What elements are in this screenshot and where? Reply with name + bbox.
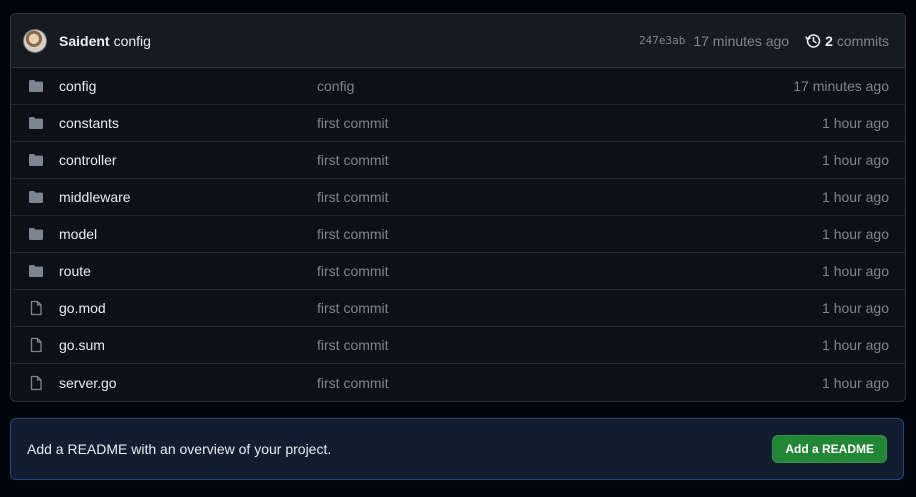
file-last-updated: 1 hour ago bbox=[822, 337, 889, 353]
file-last-commit[interactable]: first commit bbox=[317, 115, 822, 131]
folder-icon bbox=[28, 115, 44, 131]
file-last-commit[interactable]: first commit bbox=[317, 226, 822, 242]
add-readme-button[interactable]: Add a README bbox=[772, 435, 887, 463]
readme-banner: Add a README with an overview of your pr… bbox=[10, 418, 904, 480]
folder-icon bbox=[28, 189, 44, 205]
commit-author[interactable]: Saident bbox=[59, 33, 110, 49]
file-last-commit[interactable]: first commit bbox=[317, 189, 822, 205]
file-row[interactable]: controller first commit 1 hour ago bbox=[11, 142, 905, 179]
file-row[interactable]: model first commit 1 hour ago bbox=[11, 216, 905, 253]
file-row[interactable]: server.go first commit 1 hour ago bbox=[11, 364, 905, 401]
file-name[interactable]: server.go bbox=[59, 375, 317, 391]
file-name[interactable]: model bbox=[59, 226, 317, 242]
file-last-updated: 1 hour ago bbox=[822, 374, 889, 391]
file-icon bbox=[28, 300, 44, 316]
file-last-commit[interactable]: first commit bbox=[317, 337, 822, 353]
file-row[interactable]: go.mod first commit 1 hour ago bbox=[11, 290, 905, 327]
file-name[interactable]: constants bbox=[59, 115, 317, 131]
file-name[interactable]: go.sum bbox=[59, 337, 317, 353]
commit-sha[interactable]: 247e3ab bbox=[639, 34, 685, 47]
author-avatar[interactable] bbox=[23, 28, 47, 53]
file-browser: Saident config 247e3ab 17 minutes ago 2 … bbox=[10, 13, 906, 402]
commit-history-link[interactable]: 2 commits bbox=[805, 33, 889, 49]
file-name[interactable]: go.mod bbox=[59, 300, 317, 316]
file-last-updated: 1 hour ago bbox=[822, 152, 889, 168]
readme-prompt: Add a README with an overview of your pr… bbox=[27, 441, 332, 457]
file-last-commit[interactable]: first commit bbox=[317, 375, 822, 391]
latest-commit-bar: Saident config 247e3ab 17 minutes ago 2 … bbox=[11, 14, 905, 68]
file-last-updated: 1 hour ago bbox=[822, 300, 889, 316]
history-icon bbox=[805, 33, 821, 48]
file-name[interactable]: controller bbox=[59, 152, 317, 168]
commit-message[interactable]: config bbox=[114, 33, 151, 49]
file-last-commit[interactable]: config bbox=[317, 78, 793, 94]
file-row[interactable]: config config 17 minutes ago bbox=[11, 68, 905, 105]
file-last-updated: 1 hour ago bbox=[822, 226, 889, 242]
folder-icon bbox=[28, 226, 44, 242]
file-name[interactable]: config bbox=[59, 78, 317, 94]
commits-label: commits bbox=[836, 32, 889, 49]
folder-icon bbox=[28, 78, 44, 94]
file-icon bbox=[28, 337, 44, 353]
file-last-commit[interactable]: first commit bbox=[317, 152, 822, 168]
file-last-commit[interactable]: first commit bbox=[317, 300, 822, 316]
file-row[interactable]: middleware first commit 1 hour ago bbox=[11, 179, 905, 216]
commit-count: 2 bbox=[825, 32, 833, 49]
file-name[interactable]: route bbox=[59, 263, 317, 279]
file-last-updated: 1 hour ago bbox=[822, 115, 889, 131]
file-last-updated: 1 hour ago bbox=[822, 189, 889, 205]
file-list: config config 17 minutes ago constants f… bbox=[11, 68, 905, 401]
file-row[interactable]: constants first commit 1 hour ago bbox=[11, 105, 905, 142]
file-last-commit[interactable]: first commit bbox=[317, 263, 822, 279]
file-last-updated: 17 minutes ago bbox=[793, 78, 889, 94]
commit-time: 17 minutes ago bbox=[693, 32, 790, 49]
folder-icon bbox=[28, 152, 44, 168]
file-name[interactable]: middleware bbox=[59, 189, 317, 205]
file-icon bbox=[28, 375, 44, 391]
file-last-updated: 1 hour ago bbox=[822, 263, 889, 279]
file-row[interactable]: go.sum first commit 1 hour ago bbox=[11, 327, 905, 364]
folder-icon bbox=[28, 263, 44, 279]
file-row[interactable]: route first commit 1 hour ago bbox=[11, 253, 905, 290]
